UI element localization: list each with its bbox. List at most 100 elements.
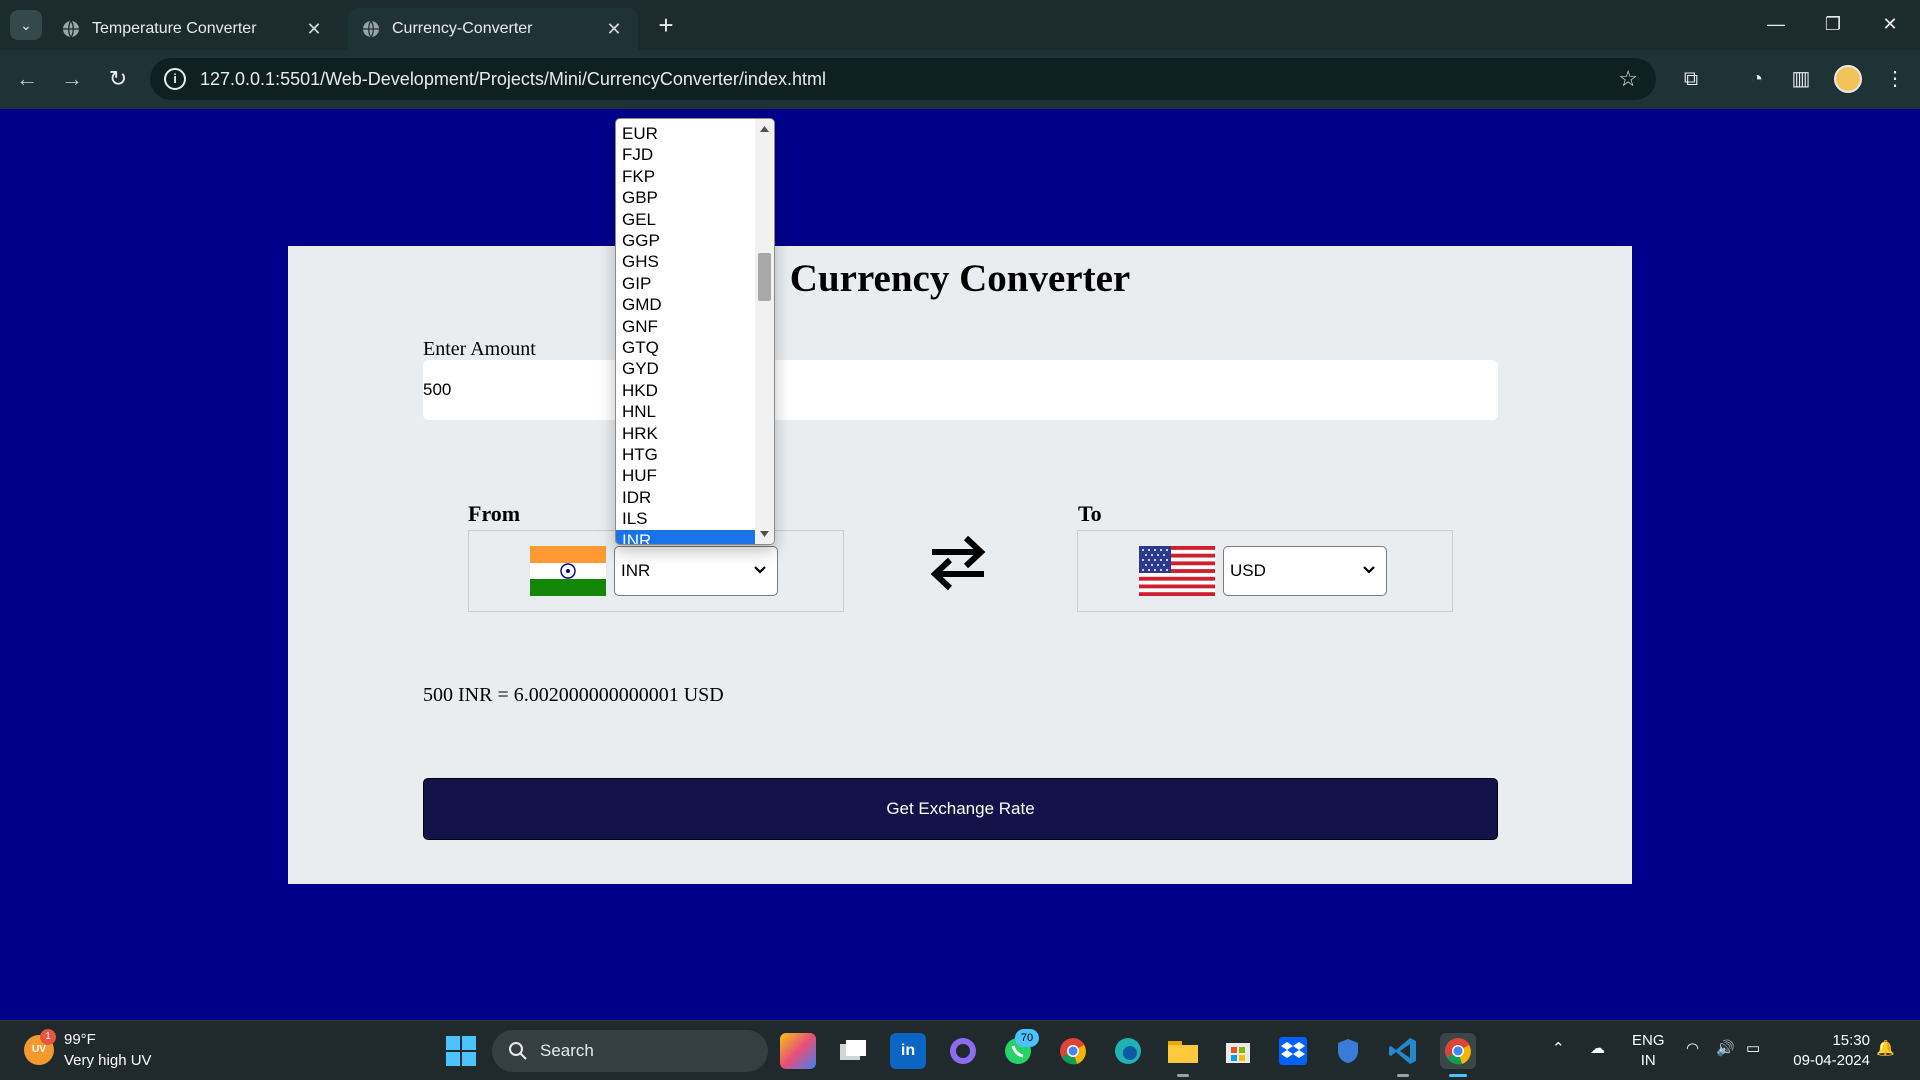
dropdown-scrollbar[interactable] [755,119,774,544]
chevron-up-icon[interactable]: ⌃ [1552,1039,1565,1057]
scrollbar-thumb[interactable] [758,253,771,301]
close-window-button[interactable]: ✕ [1870,10,1910,38]
dropdown-option-gtq[interactable]: GTQ [616,337,755,358]
close-icon[interactable]: ✕ [304,19,324,40]
tab-temperature-converter[interactable]: Temperature Converter ✕ [48,8,338,50]
chevron-down-icon: ⌄ [20,16,32,33]
windows-start-icon[interactable] [444,1034,478,1068]
amount-input[interactable] [423,360,1498,420]
windows-taskbar: UV 1 99°F Very high UV Search in 70 ⌃ ☁ … [0,1020,1920,1080]
task-view-icon[interactable] [835,1033,871,1069]
tab-search-button[interactable]: ⌄ [10,10,42,40]
vpn-app-icon[interactable] [1330,1033,1366,1069]
star-icon[interactable]: ☆ [1618,66,1638,92]
dropdown-option-gip[interactable]: GIP [616,273,755,294]
dropdown-option-gel[interactable]: GEL [616,209,755,230]
get-exchange-rate-button[interactable]: Get Exchange Rate [423,778,1498,840]
scroll-up-icon[interactable] [760,125,769,133]
github-app-icon[interactable] [945,1033,981,1069]
edge-app-icon[interactable] [1110,1033,1146,1069]
scroll-down-icon[interactable] [760,530,769,538]
performance-icon[interactable]: ◔ [1742,64,1772,94]
dropdown-option-fjd[interactable]: FJD [616,144,755,165]
to-currency-box: USD [1077,530,1453,612]
to-currency-select[interactable]: USD [1223,546,1387,596]
close-icon[interactable]: ✕ [604,19,624,40]
reload-icon: ↻ [108,66,128,91]
dropdown-option-huf[interactable]: HUF [616,465,755,486]
wifi-icon[interactable]: ◠ [1686,1039,1699,1057]
extensions-icon[interactable]: ⧉ [1676,64,1706,94]
dropdown-option-eur[interactable]: EUR [616,123,755,144]
browser-chrome: ⌄ Temperature Converter ✕ Currency-Conve… [0,0,1920,109]
taskbar-search[interactable]: Search [492,1030,768,1072]
weather-badge: 1 [40,1029,56,1045]
battery-icon[interactable]: ▭ [1746,1039,1760,1057]
onedrive-icon[interactable]: ☁ [1590,1039,1605,1057]
dropdown-option-gyd[interactable]: GYD [616,358,755,379]
file-explorer-icon[interactable] [1165,1033,1201,1077]
globe-icon [63,20,79,38]
dropdown-option-fkp[interactable]: FKP [616,166,755,187]
weather-temperature[interactable]: 99°F [64,1031,96,1048]
restore-button[interactable]: ❐ [1813,10,1853,38]
converter-card: Currency Converter Enter Amount From INR… [288,246,1632,884]
globe-icon [363,20,379,38]
dropdown-option-hnl[interactable]: HNL [616,401,755,422]
currency-dropdown-list[interactable]: EUR FJD FKP GBP GEL GGP GHS GIP GMD GNF GTQ GYD HKD H… [615,118,775,545]
dropdown-option-ils[interactable]: ILS [616,508,755,529]
swap-arrows-icon[interactable] [928,532,988,594]
minimize-button[interactable]: — [1756,10,1796,38]
dropdown-option-hrk[interactable]: HRK [616,423,755,444]
from-currency-select[interactable]: INR [614,546,778,596]
notification-bell-icon[interactable]: 🔔 [1876,1039,1895,1057]
volume-icon[interactable]: 🔊 [1716,1039,1735,1057]
clock-date: 09-04-2024 [1793,1052,1870,1069]
india-flag-icon [530,546,606,596]
new-tab-button[interactable]: + [652,12,680,40]
chevron-down-icon [754,566,766,574]
forward-button[interactable]: → [57,64,87,94]
weather-description[interactable]: Very high UV [64,1052,152,1069]
info-icon[interactable]: i [164,68,186,90]
to-label: To [1078,501,1102,526]
chrome-active-app-icon[interactable] [1440,1033,1476,1077]
address-bar[interactable]: i 127.0.0.1:5501/Web-Development/Project… [150,58,1656,100]
copilot-app-icon[interactable] [780,1033,816,1069]
chrome-app-icon[interactable] [1055,1033,1091,1069]
microsoft-store-icon[interactable] [1220,1033,1256,1069]
dropdown-option-inr[interactable]: INR [616,529,755,544]
from-currency-value: INR [621,561,651,580]
dropbox-app-icon[interactable] [1275,1033,1311,1069]
url-text: 127.0.0.1:5501/Web-Development/Projects/… [200,68,826,89]
search-label: Search [540,1041,594,1060]
language-code: ENG [1632,1032,1665,1049]
profile-avatar[interactable] [1834,65,1862,93]
linkedin-app-icon[interactable]: in [890,1033,926,1069]
dropdown-option-ghs[interactable]: GHS [616,251,755,272]
region-code: IN [1640,1052,1656,1069]
reload-button[interactable]: ↻ [103,64,133,94]
vscode-app-icon[interactable] [1385,1033,1421,1077]
menu-icon[interactable]: ⋮ [1880,64,1910,94]
tab-currency-converter[interactable]: Currency-Converter ✕ [348,8,638,50]
running-indicator [1177,1074,1189,1077]
back-button[interactable]: ← [12,64,42,94]
tab-title: Temperature Converter [92,20,257,37]
close-window-icon: ✕ [1882,14,1898,34]
dropdown-option-idr[interactable]: IDR [616,487,755,508]
clock-time: 15:30 [1832,1032,1870,1049]
language-indicator[interactable]: ENG IN [1632,1031,1665,1071]
running-indicator [1397,1074,1409,1077]
tab-strip: ⌄ Temperature Converter ✕ Currency-Conve… [0,0,1920,50]
dropdown-option-gmd[interactable]: GMD [616,294,755,315]
clock[interactable]: 15:30 09-04-2024 [1780,1031,1870,1071]
dropdown-option-hkd[interactable]: HKD [616,380,755,401]
side-panel-icon[interactable]: ▥ [1786,64,1816,94]
dropdown-option-gbp[interactable]: GBP [616,187,755,208]
dropdown-option-htg[interactable]: HTG [616,444,755,465]
amount-label: Enter Amount [423,338,536,360]
dropdown-option-ggp[interactable]: GGP [616,230,755,251]
dropdown-option-gnf[interactable]: GNF [616,316,755,337]
usa-flag-icon [1139,546,1215,596]
